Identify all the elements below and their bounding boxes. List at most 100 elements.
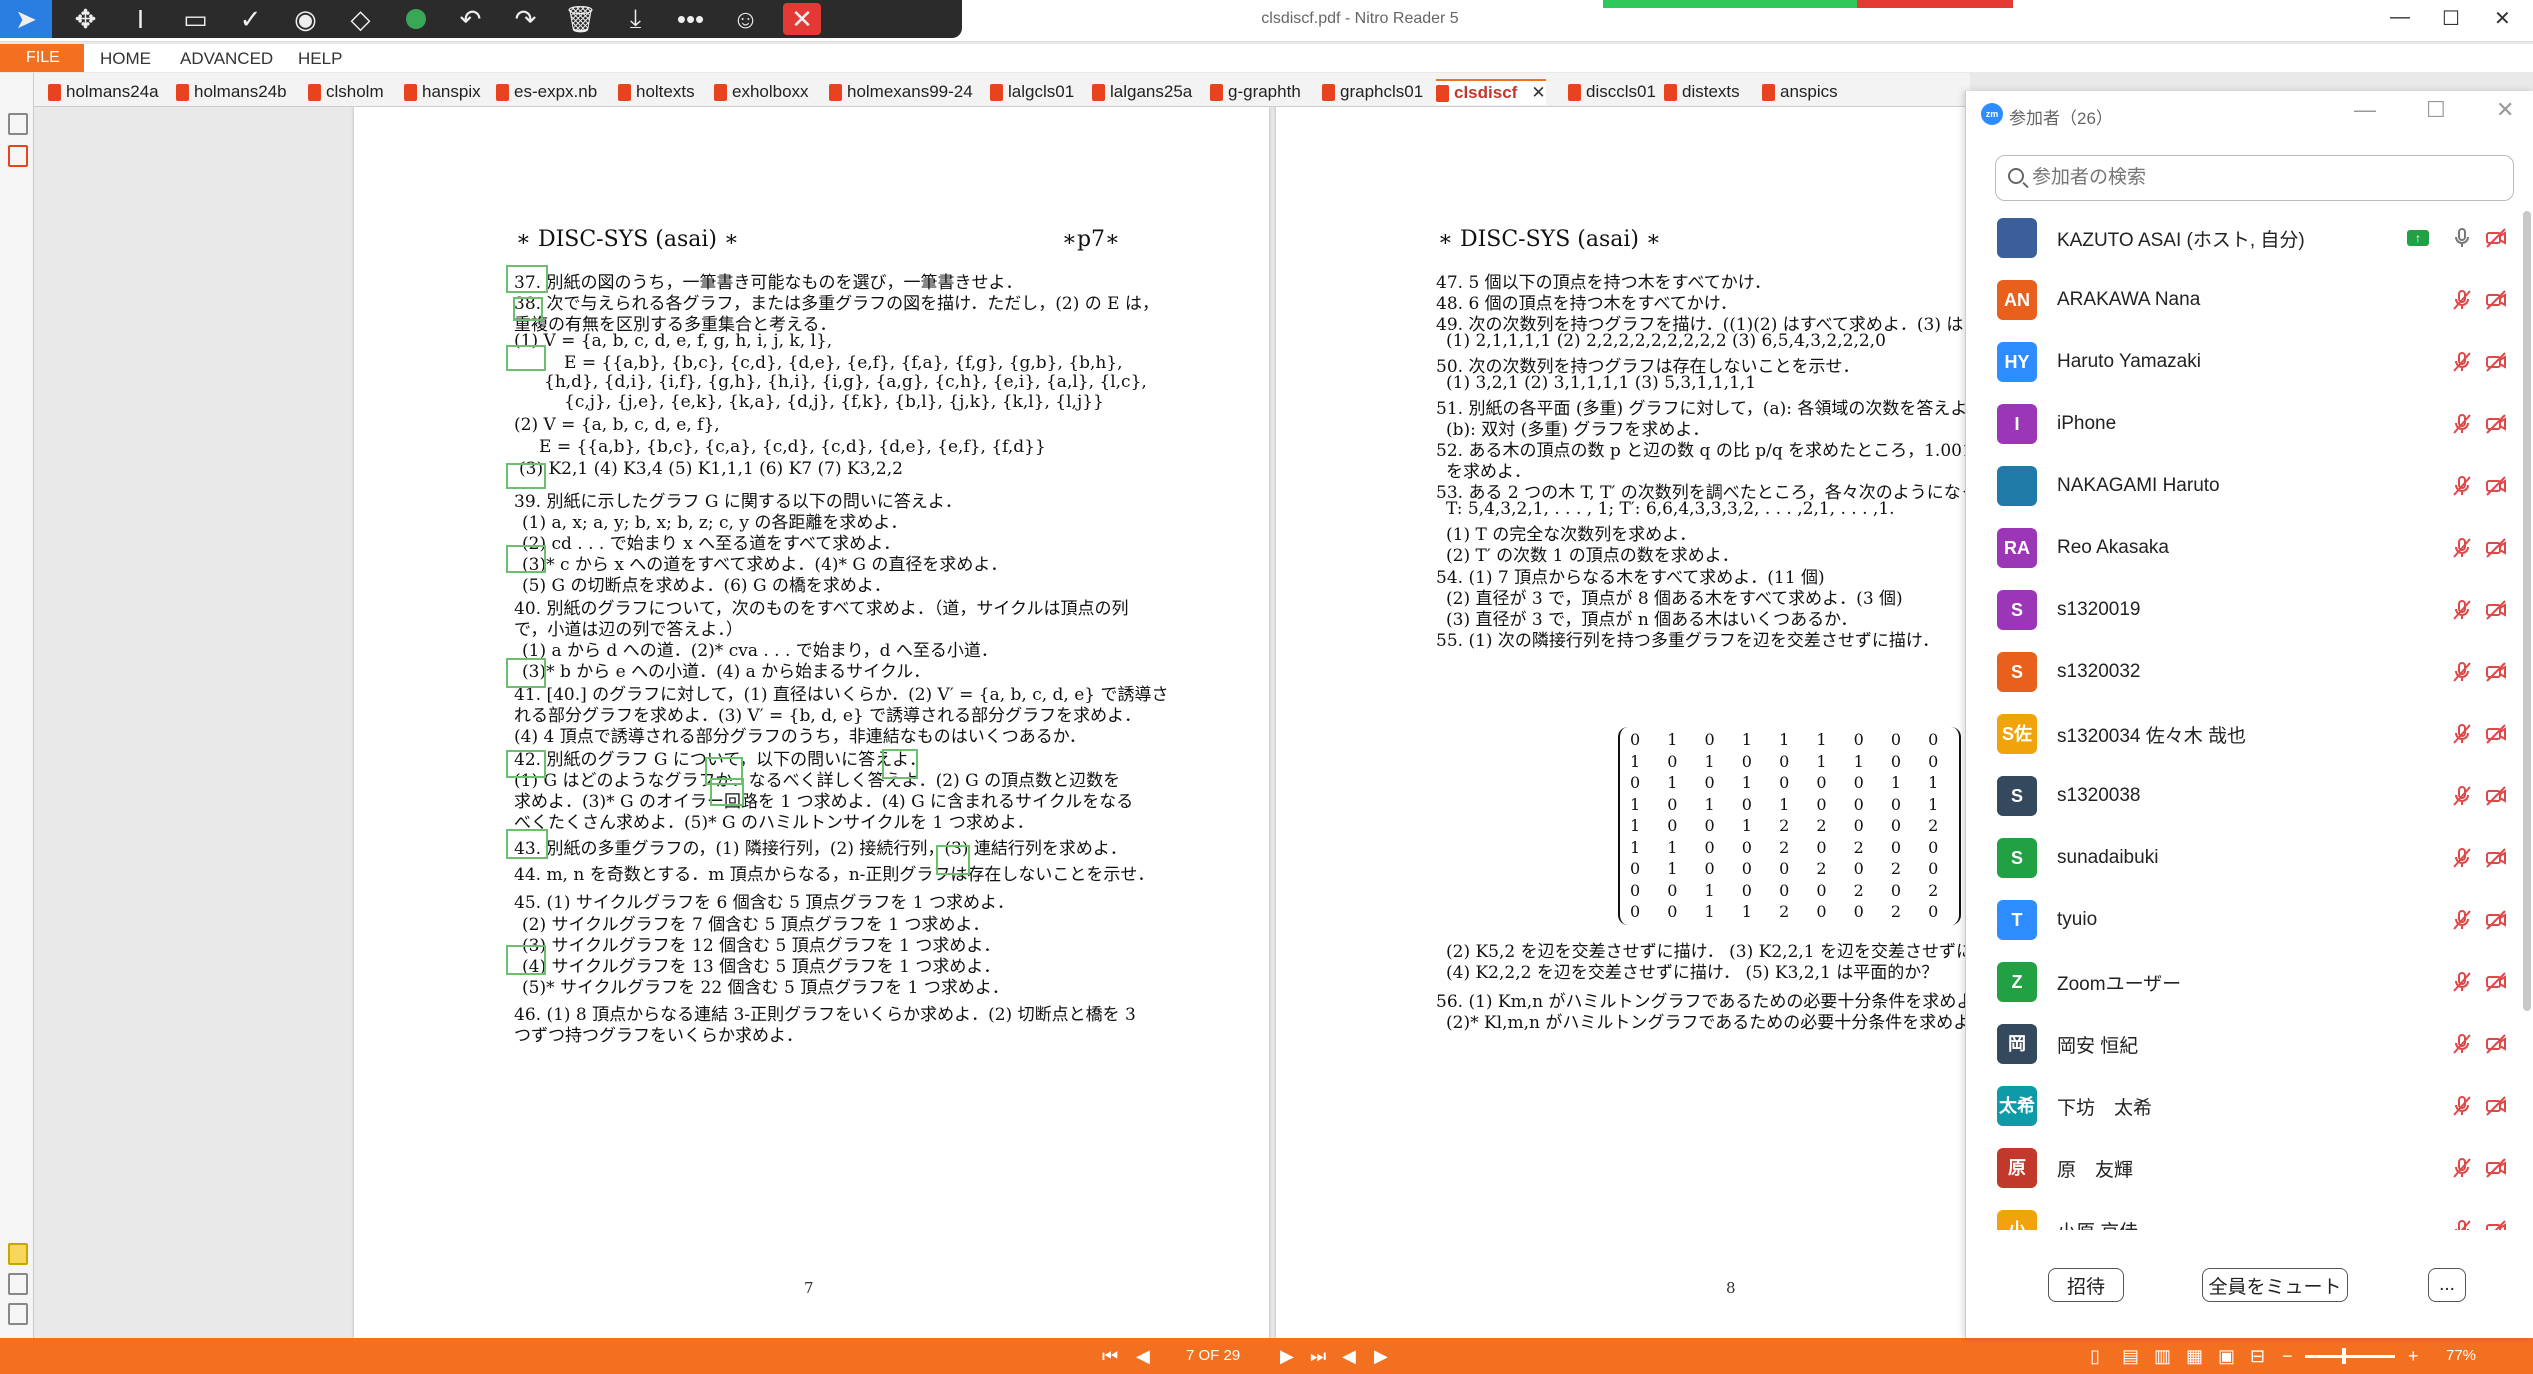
participant-row[interactable]: Ss1320038: [1966, 765, 2511, 827]
document-viewport[interactable]: ∗ DISC-SYS (asai) ∗ ∗p7∗ 37. 別紙の図のうち，一筆書…: [34, 107, 1970, 1338]
previous-view-icon[interactable]: ◀: [1342, 1346, 1356, 1367]
video-off-icon[interactable]: [2484, 474, 2508, 498]
participant-row[interactable]: S佐 s1320034 佐々木 哉也: [1966, 703, 2511, 765]
doc-tab[interactable]: exholboxx: [714, 79, 809, 105]
video-off-icon[interactable]: [2484, 1218, 2508, 1230]
text-tool-icon[interactable]: I: [113, 0, 168, 38]
microphone-muted-icon[interactable]: [2450, 474, 2474, 498]
doc-tab[interactable]: distexts: [1664, 79, 1740, 105]
doc-tab[interactable]: clsholm: [308, 79, 384, 105]
microphone-muted-icon[interactable]: [2450, 1094, 2474, 1118]
microphone-icon[interactable]: [2450, 226, 2474, 250]
invite-button[interactable]: 招待: [2048, 1268, 2124, 1302]
video-off-icon[interactable]: [2484, 908, 2508, 932]
last-page-icon[interactable]: ⏭: [1310, 1346, 1326, 1367]
ribbon-tab-home[interactable]: HOME: [100, 49, 151, 69]
doc-tab[interactable]: anspics: [1762, 79, 1838, 105]
panel-close-icon[interactable]: ✕: [2496, 97, 2514, 123]
video-off-icon[interactable]: [2484, 288, 2508, 312]
participant-row[interactable]: Z Zoomユーザー: [1966, 951, 2511, 1013]
first-page-icon[interactable]: ⏮: [1102, 1346, 1118, 1367]
participant-row[interactable]: Ttyuio: [1966, 889, 2511, 951]
panel-minimize-icon[interactable]: —: [2354, 97, 2376, 123]
fit-width-icon[interactable]: ⊟: [2250, 1346, 2265, 1367]
participant-row[interactable]: Ssunadaibuki: [1966, 827, 2511, 889]
participant-row[interactable]: KAZUTO ASAI (ホスト, 自分) ↑: [1966, 207, 2511, 269]
attachments-panel-icon[interactable]: [8, 1273, 28, 1295]
video-off-icon[interactable]: [2484, 226, 2508, 250]
doc-tab[interactable]: holmexans99-24: [829, 79, 973, 105]
participant-row[interactable]: AN ARAKAWA Nana: [1966, 269, 2511, 331]
facing-view-icon[interactable]: ▥: [2154, 1346, 2171, 1367]
microphone-muted-icon[interactable]: [2450, 970, 2474, 994]
microphone-muted-icon[interactable]: [2450, 784, 2474, 808]
video-off-icon[interactable]: [2484, 1094, 2508, 1118]
participant-row[interactable]: 小 小原 京佳: [1966, 1199, 2511, 1230]
minimize-button[interactable]: —: [2390, 6, 2410, 29]
participant-row[interactable]: Ss1320019: [1966, 579, 2511, 641]
participant-row[interactable]: RA Reo Akasaka: [1966, 517, 2511, 579]
video-off-icon[interactable]: [2484, 784, 2508, 808]
undo-icon[interactable]: ↶: [443, 0, 498, 38]
continuous-view-icon[interactable]: ▤: [2122, 1346, 2139, 1367]
doc-tab[interactable]: hanspix: [404, 79, 481, 105]
rectangle-tool-icon[interactable]: ▭: [168, 0, 223, 38]
trash-icon[interactable]: 🗑: [553, 0, 608, 38]
doc-tab[interactable]: lalgcls01: [990, 79, 1074, 105]
check-tool-icon[interactable]: ✓: [223, 0, 278, 38]
microphone-muted-icon[interactable]: [2450, 1218, 2474, 1230]
doc-tab[interactable]: disccls01: [1568, 79, 1656, 105]
doc-tab[interactable]: holtexts: [618, 79, 695, 105]
video-off-icon[interactable]: [2484, 660, 2508, 684]
video-off-icon[interactable]: [2484, 1156, 2508, 1180]
microphone-muted-icon[interactable]: [2450, 1156, 2474, 1180]
microphone-muted-icon[interactable]: [2450, 598, 2474, 622]
more-icon[interactable]: •••: [663, 0, 718, 38]
microphone-muted-icon[interactable]: [2450, 722, 2474, 746]
microphone-muted-icon[interactable]: [2450, 846, 2474, 870]
doc-tab[interactable]: lalgans25a: [1092, 79, 1192, 105]
maximize-button[interactable]: ☐: [2442, 6, 2460, 31]
zoom-slider[interactable]: [2305, 1355, 2395, 1358]
doc-tab[interactable]: es-expx.nb: [496, 79, 597, 105]
page-indicator[interactable]: 7 OF 29: [1186, 1347, 1240, 1364]
video-off-icon[interactable]: [2484, 412, 2508, 436]
participant-row[interactable]: IiPhone: [1966, 393, 2511, 455]
participant-row[interactable]: HY Haruto Yamazaki: [1966, 331, 2511, 393]
file-menu-tab[interactable]: FILE: [0, 44, 84, 72]
next-view-icon[interactable]: ▶: [1374, 1346, 1388, 1367]
participant-row[interactable]: 原原 友輝: [1966, 1137, 2511, 1199]
video-off-icon[interactable]: [2484, 970, 2508, 994]
participant-row[interactable]: 太希 下坊 太希: [1966, 1075, 2511, 1137]
single-page-view-icon[interactable]: ▯: [2090, 1346, 2100, 1367]
participant-search-input[interactable]: [2032, 164, 2502, 192]
doc-tab-active[interactable]: clsdiscf ✕: [1436, 79, 1546, 105]
more-options-button[interactable]: ...: [2428, 1268, 2466, 1302]
participant-row[interactable]: Ss1320032: [1966, 641, 2511, 703]
color-picker-icon[interactable]: [388, 0, 443, 38]
participant-row[interactable]: NAKAGAMI Haruto: [1966, 455, 2511, 517]
next-page-icon[interactable]: ▶: [1280, 1346, 1294, 1367]
video-off-icon[interactable]: [2484, 1032, 2508, 1056]
doc-tab[interactable]: holmans24a: [48, 79, 159, 105]
doc-tab[interactable]: graphcls01: [1322, 79, 1423, 105]
video-off-icon[interactable]: [2484, 846, 2508, 870]
zoom-in-icon[interactable]: +: [2408, 1346, 2419, 1367]
pages-panel-icon[interactable]: [8, 113, 28, 135]
microphone-muted-icon[interactable]: [2450, 660, 2474, 684]
video-off-icon[interactable]: [2484, 722, 2508, 746]
participant-list-scrollbar[interactable]: [2523, 211, 2531, 1011]
zoom-slider-thumb[interactable]: [2342, 1348, 2346, 1364]
panel-maximize-icon[interactable]: ☐: [2426, 97, 2446, 123]
video-off-icon[interactable]: [2484, 350, 2508, 374]
doc-tab[interactable]: holmans24b: [176, 79, 287, 105]
video-off-icon[interactable]: [2484, 536, 2508, 560]
select-tool-icon[interactable]: ➤: [0, 0, 52, 38]
close-toolbar-icon[interactable]: ✕: [783, 3, 821, 35]
user-annotation-icon[interactable]: ☺: [718, 0, 773, 38]
video-off-icon[interactable]: [2484, 598, 2508, 622]
previous-page-icon[interactable]: ◀: [1136, 1346, 1150, 1367]
microphone-muted-icon[interactable]: [2450, 1032, 2474, 1056]
download-icon[interactable]: ⤓: [608, 0, 663, 38]
close-window-button[interactable]: ✕: [2494, 6, 2511, 31]
